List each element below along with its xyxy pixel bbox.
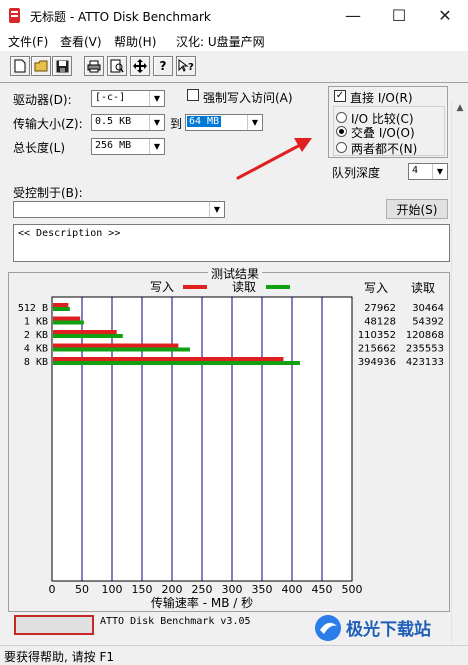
write-bar — [53, 316, 81, 321]
read-column-header: 读取 — [411, 281, 435, 295]
category-label: 512 B — [18, 303, 48, 314]
x-tick-label: 100 — [102, 583, 123, 596]
results-chart: 写入 读取 写入 读取 512 B 1 KB 2 KB 4 KB 8 KB 27962 3… — [18, 280, 444, 610]
x-tick-label: 450 — [312, 583, 333, 596]
category-label: 8 KB — [24, 357, 48, 368]
category-label: 2 KB — [24, 330, 48, 341]
legend-read-label: 读取 — [232, 280, 256, 294]
legend-write-label: 写入 — [150, 280, 174, 294]
x-axis-label: 传输速率 - MB / 秒 — [151, 595, 253, 610]
category-label: 4 KB — [24, 344, 48, 355]
write-bar — [53, 303, 69, 307]
read-value: 235553 — [406, 344, 444, 355]
version-text: ATTO Disk Benchmark v3.05 — [100, 616, 251, 627]
watermark: 极光下载站 — [315, 615, 431, 641]
x-tick-label: 400 — [282, 583, 303, 596]
read-value: 54392 — [412, 317, 444, 328]
read-value: 423133 — [406, 357, 444, 368]
read-value: 30464 — [412, 303, 444, 314]
status-bar: 要获得帮助, 请按 F1 — [0, 645, 468, 664]
read-bar — [53, 320, 84, 325]
read-bar — [53, 334, 123, 338]
x-tick-label: 250 — [192, 583, 213, 596]
read-bar — [53, 307, 70, 311]
write-value: 394936 — [358, 357, 396, 368]
x-tick-label: 300 — [222, 583, 243, 596]
x-tick-label: 150 — [132, 583, 153, 596]
status-text: 要获得帮助, 请按 F1 — [4, 650, 114, 664]
category-label: 1 KB — [24, 317, 48, 328]
atto-logo — [14, 615, 94, 635]
read-bar — [53, 347, 190, 352]
write-value: 27962 — [364, 303, 396, 314]
write-bar — [53, 330, 117, 334]
write-bar — [53, 343, 179, 348]
x-tick-label: 500 — [342, 583, 363, 596]
read-bar — [53, 361, 300, 365]
write-value: 48128 — [364, 317, 396, 328]
x-tick-label: 0 — [49, 583, 56, 596]
write-value: 110352 — [358, 330, 396, 341]
write-column-header: 写入 — [364, 281, 388, 295]
x-tick-label: 350 — [252, 583, 273, 596]
watermark-text: 极光下载站 — [346, 619, 431, 640]
write-bar — [53, 357, 284, 361]
legend-write-swatch — [183, 285, 207, 289]
write-value: 215662 — [358, 344, 396, 355]
x-tick-label: 50 — [75, 583, 89, 596]
read-value: 120868 — [406, 330, 444, 341]
x-tick-label: 200 — [162, 583, 183, 596]
legend-read-swatch — [266, 285, 290, 289]
